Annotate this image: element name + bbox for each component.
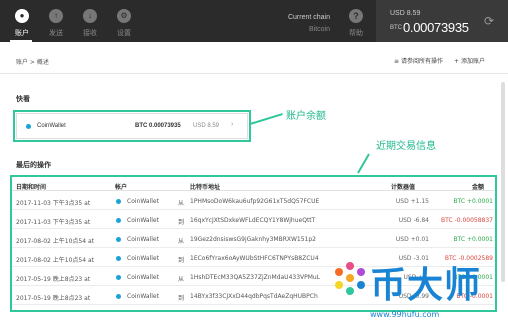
recent-title: 最后的操作	[16, 161, 51, 169]
settings-icon: ⚙	[117, 9, 131, 23]
balance-panel: USD 8.59 BTC 0.00073935 ⟳	[376, 0, 508, 42]
nav-send-label: 发送	[49, 29, 63, 37]
watermark-url: www.99hufu.com	[370, 310, 440, 319]
help-icon: ?	[349, 9, 363, 23]
annotation-recent-text: 近期交易信息	[376, 141, 436, 152]
account-icon: ●	[15, 9, 29, 23]
watermark-text: 币大师	[370, 265, 482, 306]
nav-send[interactable]: ↑ 发送	[44, 0, 68, 42]
annotation-balance-text: 账户余额	[286, 111, 326, 122]
nav-settings-label: 设置	[117, 29, 131, 37]
show-all-label: 请参阅所有操作	[400, 58, 443, 65]
nav-settings[interactable]: ⚙ 设置	[112, 0, 136, 42]
nav-receive[interactable]: ↓ 接收	[78, 0, 102, 42]
breadcrumb: 账户 > 概述	[16, 59, 49, 66]
annotation-balance-box	[13, 110, 251, 142]
current-chain-label: Current chain	[287, 14, 330, 21]
watermark: 币大师 www.99hufu.com	[330, 248, 508, 324]
add-account-label: 添加账户	[460, 58, 485, 65]
nav-help[interactable]: ? 帮助	[344, 0, 368, 42]
balance-btc-unit: BTC	[390, 25, 402, 31]
annotation-recent-line	[357, 153, 370, 174]
refresh-icon[interactable]: ⟳	[482, 14, 496, 28]
annotation-balance-line	[249, 113, 283, 125]
watermark-logo-icon	[335, 262, 365, 295]
plus-icon: +	[454, 58, 461, 65]
current-chain-value[interactable]: Bitcoin	[309, 26, 330, 33]
favorites-title: 快看	[16, 95, 30, 103]
send-icon: ↑	[49, 9, 63, 23]
list-icon: ≡	[394, 58, 401, 65]
nav-receive-label: 接收	[83, 29, 97, 37]
receive-icon: ↓	[83, 9, 97, 23]
show-all-operations-link[interactable]: ≡ 请参阅所有操作	[394, 56, 443, 65]
balance-btc: 0.00073935	[403, 20, 469, 35]
add-account-link[interactable]: + 添加账户	[454, 56, 485, 65]
nav-help-label: 帮助	[349, 29, 363, 37]
breadcrumb-bar: 账户 > 概述 ≡ 请参阅所有操作 + 添加账户	[0, 42, 508, 74]
balance-usd: USD 8.59	[390, 10, 421, 17]
nav-account-label: 账户	[15, 29, 29, 37]
nav-account[interactable]: ● 账户	[10, 0, 34, 42]
top-navigation-bar: ● 账户 ↑ 发送 ↓ 接收 ⚙ 设置 Current chain Bitcoi…	[0, 0, 508, 42]
